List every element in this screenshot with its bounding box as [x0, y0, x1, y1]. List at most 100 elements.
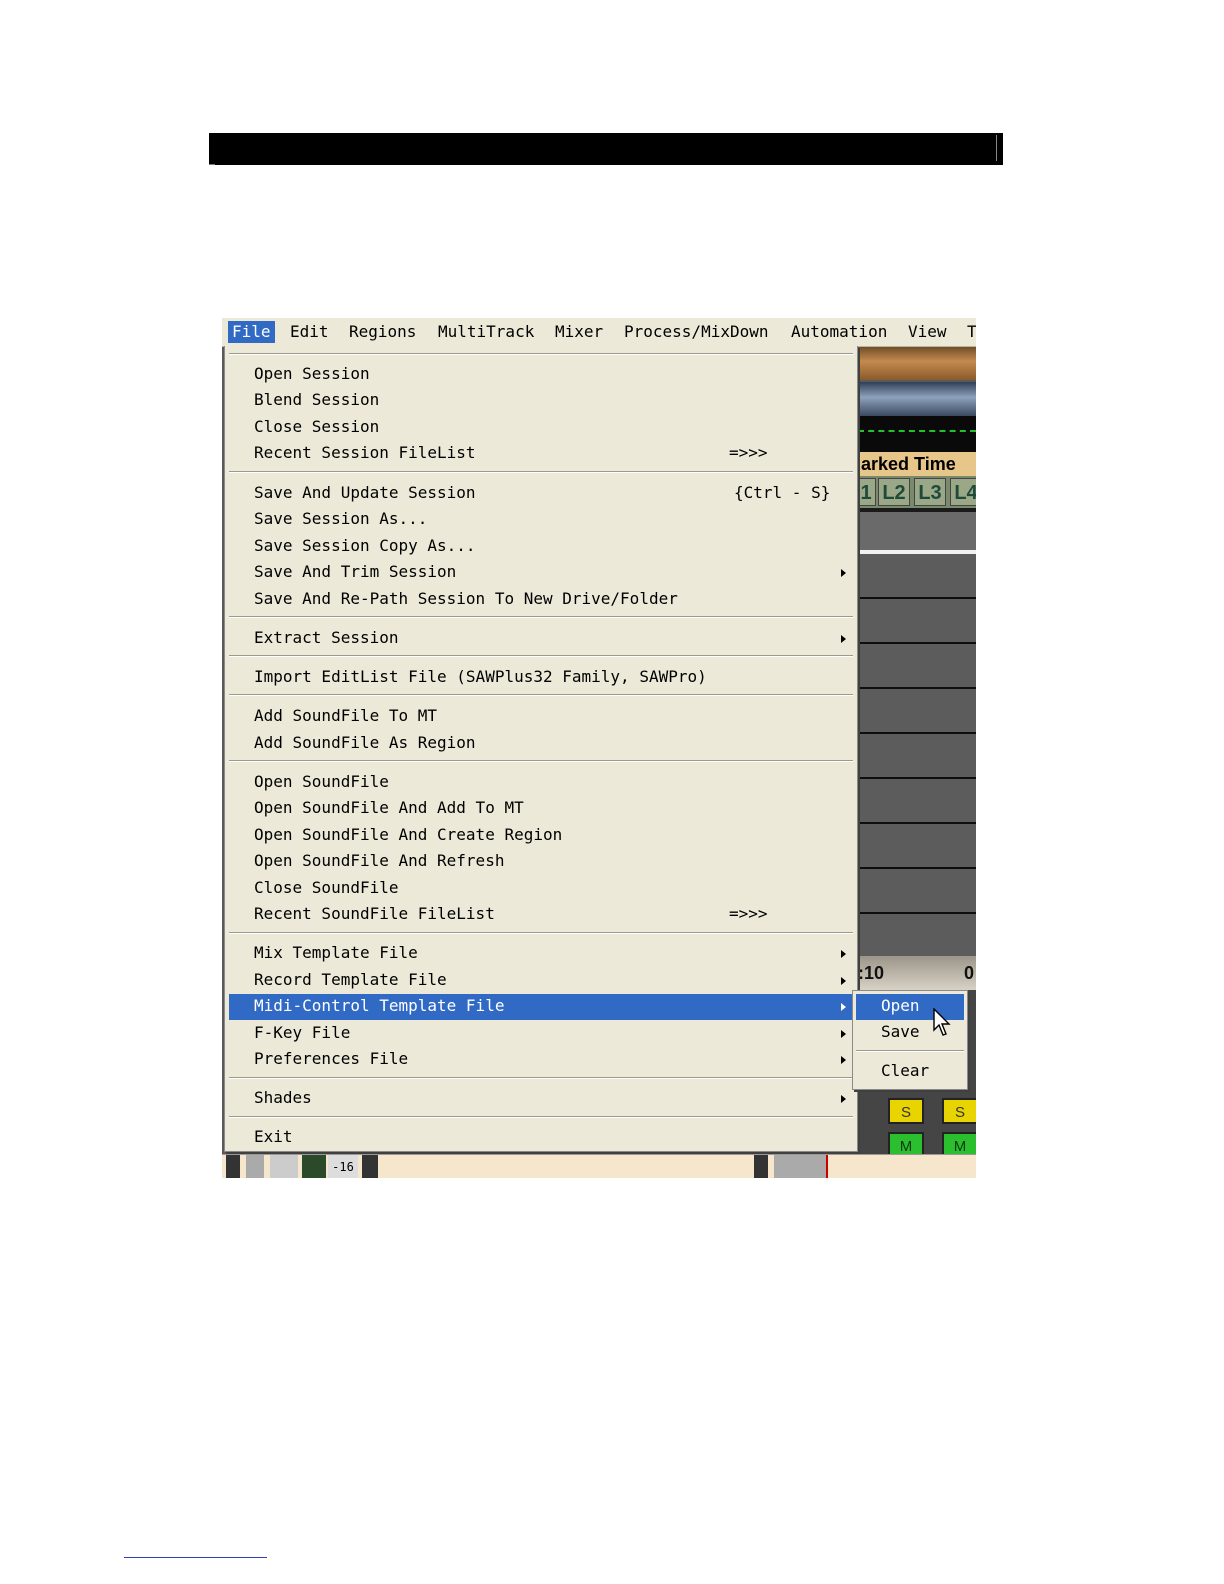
meter-value: -16 — [328, 1155, 358, 1178]
menu-separator — [856, 1050, 964, 1052]
track-row[interactable] — [858, 779, 976, 824]
menu-separator — [229, 932, 853, 934]
dashed-time-line — [858, 430, 976, 432]
menu-item-open-soundfile-create-region[interactable]: Open SoundFile And Create Region — [229, 823, 853, 849]
submenu-arrow-icon — [841, 1056, 846, 1064]
menu-item-mix-template-file[interactable]: Mix Template File — [229, 941, 853, 967]
menu-separator — [229, 1077, 853, 1079]
menu-automation[interactable]: Automation — [787, 321, 891, 343]
timecode-right: 0 — [964, 963, 975, 983]
menu-multitrack[interactable]: MultiTrack — [434, 321, 538, 343]
shortcut-text: =>>> — [729, 443, 768, 462]
track-row[interactable] — [858, 869, 976, 914]
menubar: File Edit Regions MultiTrack Mixer Proce… — [222, 318, 976, 347]
menu-item-recent-session-filelist[interactable]: Recent Session FileList =>>> — [229, 441, 853, 467]
menu-separator — [229, 760, 853, 762]
header-tick-left — [209, 164, 215, 165]
submenu-arrow-icon — [841, 635, 846, 643]
timecode-ruler: :10 0 — [858, 956, 976, 990]
meter-block — [754, 1155, 768, 1178]
menu-item-import-editlist-file[interactable]: Import EditList File (SAWPlus32 Family, … — [229, 665, 853, 691]
loop-button-3[interactable]: L3 — [914, 478, 946, 506]
menu-item-save-session-copy-as[interactable]: Save Session Copy As... — [229, 534, 853, 560]
midi-control-submenu: Open Save Clear — [852, 990, 968, 1090]
meter-block — [246, 1155, 264, 1178]
document-header-bar — [209, 133, 1003, 165]
menu-item-record-template-file[interactable]: Record Template File — [229, 968, 853, 994]
menu-mixer[interactable]: Mixer — [551, 321, 607, 343]
menu-item-extract-session[interactable]: Extract Session — [229, 626, 853, 652]
marked-time-label: Marked Time — [858, 452, 976, 476]
meter-block — [302, 1155, 326, 1178]
loop-button-2[interactable]: L2 — [878, 478, 910, 506]
footnote-rule — [124, 1557, 267, 1558]
menu-separator — [229, 471, 853, 473]
menu-separator — [229, 694, 853, 696]
track-row[interactable] — [858, 554, 976, 599]
timecode-left: :10 — [858, 963, 885, 983]
file-menu: Open Session Blend Session Close Session… — [224, 346, 858, 1152]
shortcut-text: =>>> — [729, 904, 768, 923]
track-row[interactable] — [858, 644, 976, 689]
mouse-pointer-icon — [933, 1008, 951, 1036]
app-screenshot: Marked Time L1 L2 L3 L4 :10 0 S S M M -1… — [222, 318, 976, 1178]
meter-block — [270, 1155, 298, 1178]
menu-process-mixdown[interactable]: Process/MixDown — [620, 321, 773, 343]
meter-block — [362, 1155, 378, 1178]
header-tick-right — [996, 135, 997, 161]
track-row[interactable] — [858, 599, 976, 644]
time-display-strip — [858, 416, 976, 456]
steel-panel — [858, 382, 976, 416]
menu-item-add-soundfile-to-mt[interactable]: Add SoundFile To MT — [229, 704, 853, 730]
meter-block — [774, 1155, 828, 1178]
menu-separator — [229, 655, 853, 657]
status-strip: -16 — [222, 1154, 976, 1178]
menu-separator — [229, 353, 853, 355]
menu-item-open-soundfile[interactable]: Open SoundFile — [229, 770, 853, 796]
submenu-arrow-icon — [841, 1095, 846, 1103]
menu-separator — [229, 1116, 853, 1118]
menu-separator — [229, 616, 853, 618]
menu-item-midi-control-template-file[interactable]: Midi-Control Template File — [229, 994, 853, 1020]
menu-item-open-soundfile-refresh[interactable]: Open SoundFile And Refresh — [229, 849, 853, 875]
menu-regions[interactable]: Regions — [345, 321, 420, 343]
loop-button-4[interactable]: L4 — [950, 478, 976, 506]
submenu-arrow-icon — [841, 1003, 846, 1011]
wood-panel — [858, 346, 976, 380]
track-row[interactable] — [858, 734, 976, 779]
menu-item-open-session[interactable]: Open Session — [229, 362, 853, 388]
menu-item-exit[interactable]: Exit — [229, 1125, 853, 1151]
track-row[interactable] — [858, 914, 976, 959]
loop-buttons-strip: L1 L2 L3 L4 — [844, 476, 976, 508]
submenu-item-clear[interactable]: Clear — [856, 1059, 964, 1085]
menu-more[interactable]: T — [963, 321, 976, 343]
menu-item-shades[interactable]: Shades — [229, 1086, 853, 1112]
menu-item-close-session[interactable]: Close Session — [229, 415, 853, 441]
meter-block — [226, 1155, 240, 1178]
menu-view[interactable]: View — [904, 321, 951, 343]
menu-item-save-and-update-session[interactable]: Save And Update Session {Ctrl - S} — [229, 481, 853, 507]
menu-item-save-and-trim-session[interactable]: Save And Trim Session — [229, 560, 853, 586]
menu-item-f-key-file[interactable]: F-Key File — [229, 1021, 853, 1047]
menu-edit[interactable]: Edit — [286, 321, 333, 343]
solo-button[interactable]: S — [888, 1098, 924, 1124]
submenu-arrow-icon — [841, 950, 846, 958]
track-area-top — [858, 508, 976, 552]
submenu-arrow-icon — [841, 1030, 846, 1038]
menu-item-save-and-repath-session[interactable]: Save And Re-Path Session To New Drive/Fo… — [229, 587, 853, 613]
submenu-arrow-icon — [841, 569, 846, 577]
shortcut-text: {Ctrl - S} — [734, 483, 831, 502]
menu-item-open-soundfile-add-to-mt[interactable]: Open SoundFile And Add To MT — [229, 796, 853, 822]
menu-item-add-soundfile-as-region[interactable]: Add SoundFile As Region — [229, 731, 853, 757]
menu-item-close-soundfile[interactable]: Close SoundFile — [229, 876, 853, 902]
menu-file[interactable]: File — [228, 321, 275, 343]
menu-item-blend-session[interactable]: Blend Session — [229, 388, 853, 414]
submenu-arrow-icon — [841, 977, 846, 985]
meter-red-mark — [826, 1155, 828, 1178]
menu-item-save-session-as[interactable]: Save Session As... — [229, 507, 853, 533]
menu-item-recent-soundfile-filelist[interactable]: Recent SoundFile FileList =>>> — [229, 902, 853, 928]
track-row[interactable] — [858, 689, 976, 734]
track-row[interactable] — [858, 824, 976, 869]
menu-item-preferences-file[interactable]: Preferences File — [229, 1047, 853, 1073]
solo-button[interactable]: S — [942, 1098, 976, 1124]
